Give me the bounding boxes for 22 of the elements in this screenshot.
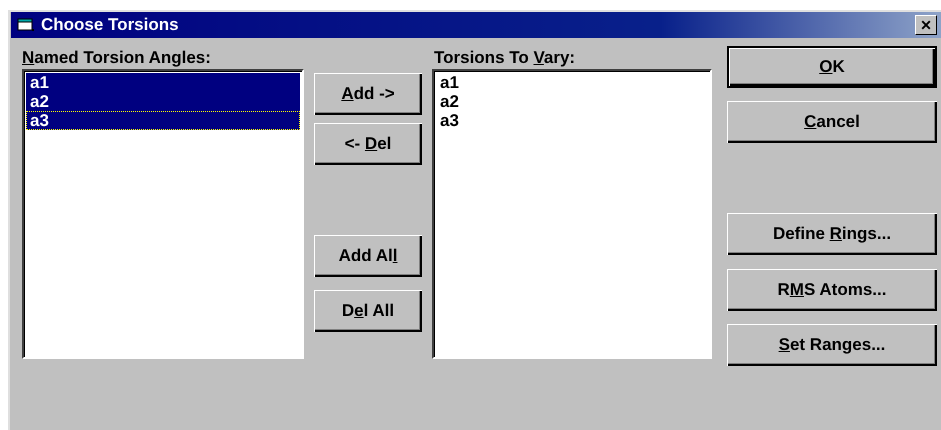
dialog-button[interactable]: RMS Atoms...: [727, 269, 937, 311]
dialog-button[interactable]: Cancel: [727, 101, 937, 143]
list-item[interactable]: a3: [436, 111, 708, 130]
list-item[interactable]: a1: [26, 73, 300, 92]
list-item[interactable]: a2: [436, 92, 708, 111]
window-icon: [17, 17, 35, 33]
list-action-button[interactable]: Add ->: [314, 73, 422, 115]
list-action-button[interactable]: Del All: [314, 290, 422, 332]
named-torsion-list[interactable]: a1 a2 a3: [22, 69, 304, 359]
dialog-button[interactable]: OK: [727, 46, 937, 88]
close-button[interactable]: ×: [915, 15, 937, 35]
window-title: Choose Torsions: [41, 15, 180, 35]
list-label: Torsions To Vary:: [434, 47, 576, 69]
list-label: Named Torsion Angles:: [22, 47, 212, 69]
vary-torsion-list[interactable]: a1 a2 a3: [432, 69, 712, 359]
list-item[interactable]: a1: [436, 73, 708, 92]
list-action-button[interactable]: <- Del: [314, 123, 422, 165]
dialog-button[interactable]: Set Ranges...: [727, 324, 937, 366]
list-action-button[interactable]: Add All: [314, 235, 422, 277]
list-item[interactable]: a2: [26, 92, 300, 111]
list-item[interactable]: a3: [26, 111, 300, 130]
dialog-button[interactable]: Define Rings...: [727, 213, 937, 255]
